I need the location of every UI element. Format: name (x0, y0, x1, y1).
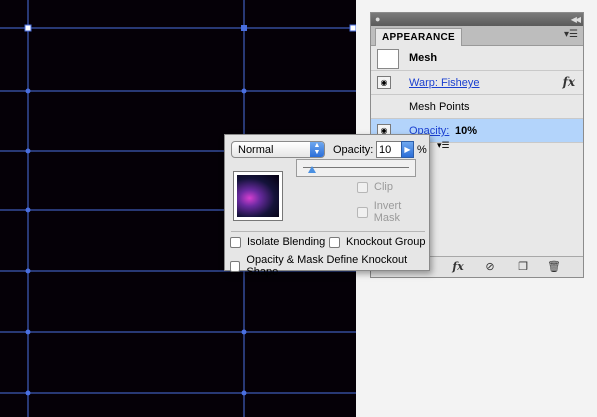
mesh-thumbnail (377, 49, 399, 69)
opacity-mask-knockout-label: Opacity & Mask Define Knockout Shape (246, 254, 408, 278)
opacity-mask-knockout-checkbox[interactable] (230, 260, 241, 272)
percent-sign: % (417, 144, 427, 156)
visibility-eye-icon[interactable]: ◉ (377, 76, 391, 89)
opacity-dropdown-button[interactable]: ▶ (401, 141, 414, 158)
invert-mask-checkbox[interactable] (357, 206, 368, 218)
duplicate-item-icon[interactable]: ❐ (514, 259, 532, 275)
invert-mask-option[interactable]: Invert Mask (357, 200, 429, 224)
knockout-group-checkbox[interactable] (329, 236, 340, 248)
popup-menu-icon[interactable]: ▾☰ (437, 140, 450, 151)
opacity-mask-knockout-option[interactable]: Opacity & Mask Define Knockout Shape (230, 254, 429, 278)
opacity-label: Opacity: (333, 144, 374, 156)
divider (231, 231, 425, 232)
clip-label: Clip (374, 181, 393, 193)
appearance-row-mesh-points[interactable]: Mesh Points (371, 95, 583, 119)
invert-mask-label: Invert Mask (373, 200, 402, 224)
panel-tab-row: APPEARANCE ▾☰ (371, 26, 583, 46)
tab-appearance[interactable]: APPEARANCE (375, 28, 463, 46)
opacity-slider[interactable] (296, 159, 416, 177)
select-arrows-icon: ▲ ▼ (310, 142, 324, 157)
appearance-row-warp[interactable]: ◉ Warp: Fisheye fx (371, 71, 583, 95)
knockout-group-option[interactable]: Knockout Group (329, 236, 426, 248)
opacity-input[interactable] (376, 141, 402, 158)
clip-option[interactable]: Clip (357, 181, 393, 193)
slider-thumb[interactable] (308, 166, 316, 173)
blend-mode-select[interactable]: Normal ▲ ▼ (231, 141, 325, 158)
clear-appearance-icon[interactable]: ⊘ (481, 259, 499, 275)
isolate-blending-label: Isolate Blending (247, 236, 326, 248)
mesh-points-label: Mesh Points (409, 101, 470, 113)
object-thumbnail (233, 171, 283, 221)
add-effect-icon[interactable]: fx (449, 259, 467, 275)
trash-icon[interactable]: 🗑 (545, 259, 563, 275)
isolate-blending-option[interactable]: Isolate Blending (230, 236, 325, 248)
mesh-label: Mesh (409, 52, 438, 64)
knockout-group-label: Knockout Group (346, 236, 426, 248)
slider-track (303, 167, 409, 168)
blend-mode-value: Normal (238, 144, 274, 156)
panel-title-bar[interactable]: ● ◀◀ (371, 13, 583, 26)
close-icon[interactable]: ● (375, 13, 380, 26)
thumbnail-image (237, 175, 279, 217)
panel-menu-icon[interactable]: ▾☰ (564, 29, 578, 40)
transparency-popup: Normal ▲▼ Opacity: ▶ % ▾☰ Clip Invert Ma… (224, 134, 450, 278)
collapse-icon[interactable]: ◀◀ (571, 13, 581, 26)
fx-icon[interactable]: fx (563, 75, 575, 89)
appearance-row-mesh[interactable]: Mesh (371, 46, 583, 71)
isolate-blending-checkbox[interactable] (230, 236, 241, 248)
warp-effect-link[interactable]: Warp: Fisheye (409, 77, 480, 89)
clip-checkbox[interactable] (357, 181, 368, 193)
opacity-value: 10% (455, 125, 478, 137)
